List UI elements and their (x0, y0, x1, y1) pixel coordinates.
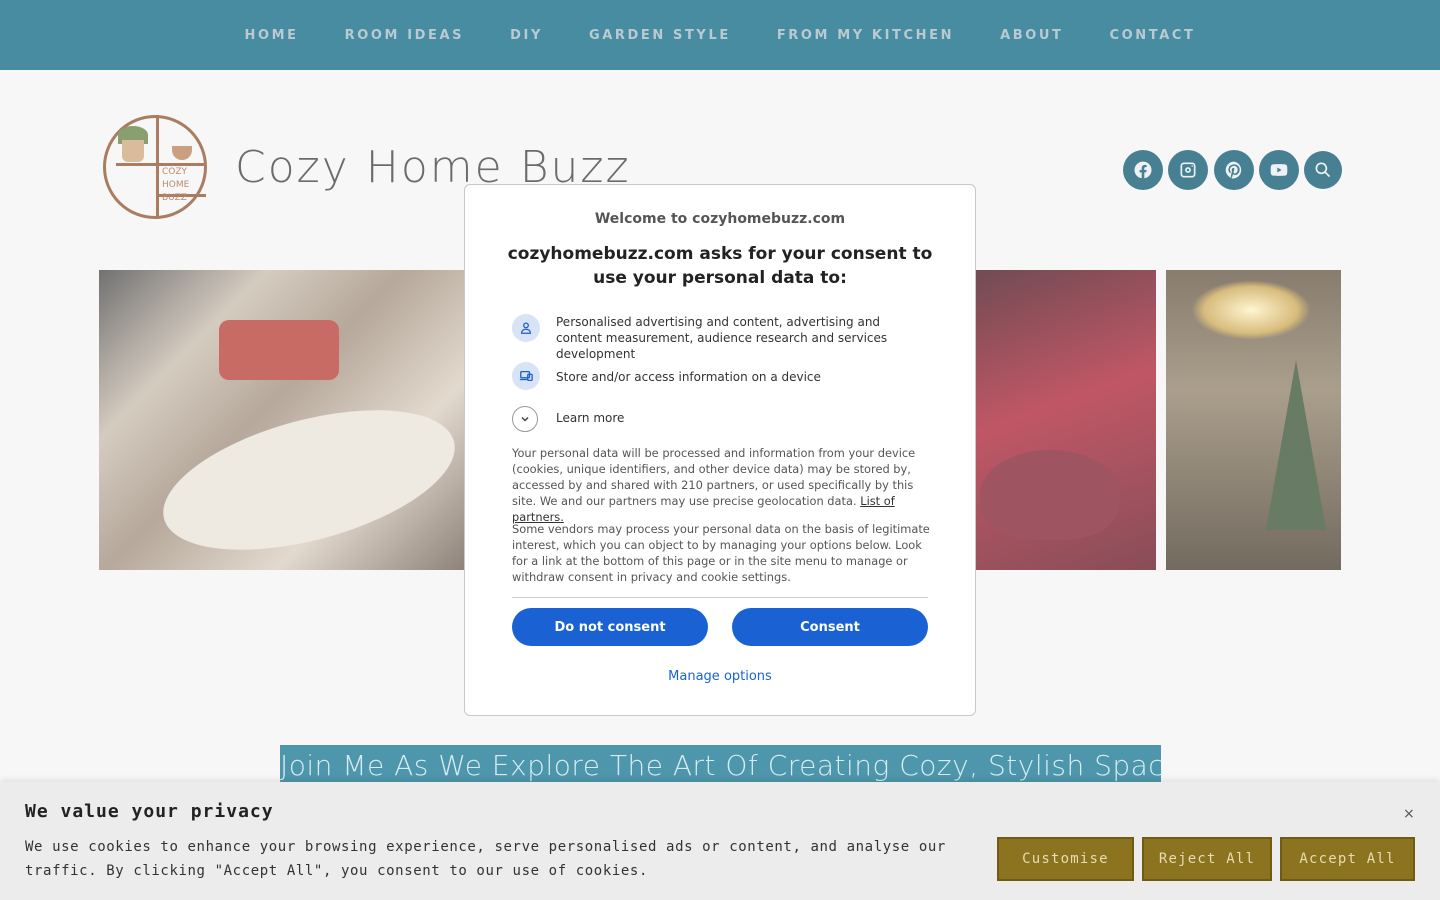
consent-paragraph-1-text: Your personal data will be processed and… (512, 446, 916, 508)
purpose-device-text: Store and/or access information on a dev… (556, 370, 821, 384)
close-icon[interactable]: × (1403, 806, 1415, 822)
learn-more-label: Learn more (556, 411, 625, 425)
cookie-banner-text: We use cookies to enhance your browsing … (25, 839, 946, 879)
consent-welcome: Welcome to cozyhomebuzz.com (594, 211, 846, 227)
purpose-device-storage: Store and/or access information on a dev… (512, 362, 932, 392)
accept-all-button[interactable]: Accept All (1280, 837, 1415, 881)
consent-paragraph-2: Some vendors may process your personal d… (512, 522, 930, 584)
reject-all-button[interactable]: Reject All (1142, 837, 1272, 881)
purpose-advertising-text: Personalised advertising and content, ad… (556, 315, 888, 361)
device-icon (512, 362, 540, 390)
consent-dialog: Welcome to cozyhomebuzz.com cozyhomebuzz… (464, 184, 976, 716)
consent-title: cozyhomebuzz.com asks for your consent t… (507, 244, 933, 288)
consent-paragraph-1: Your personal data will be processed and… (512, 445, 930, 525)
customise-button[interactable]: Customise (997, 837, 1134, 881)
manage-options-link[interactable]: Manage options (465, 669, 975, 684)
person-icon (512, 314, 540, 342)
do-not-consent-button[interactable]: Do not consent (512, 608, 708, 646)
learn-more-toggle[interactable]: Learn more (512, 406, 812, 434)
cookie-banner-title: We value your privacy (25, 801, 274, 822)
chevron-down-icon (512, 406, 538, 432)
purpose-advertising: Personalised advertising and content, ad… (512, 314, 932, 361)
consent-divider (512, 597, 928, 598)
consent-button[interactable]: Consent (732, 608, 928, 646)
